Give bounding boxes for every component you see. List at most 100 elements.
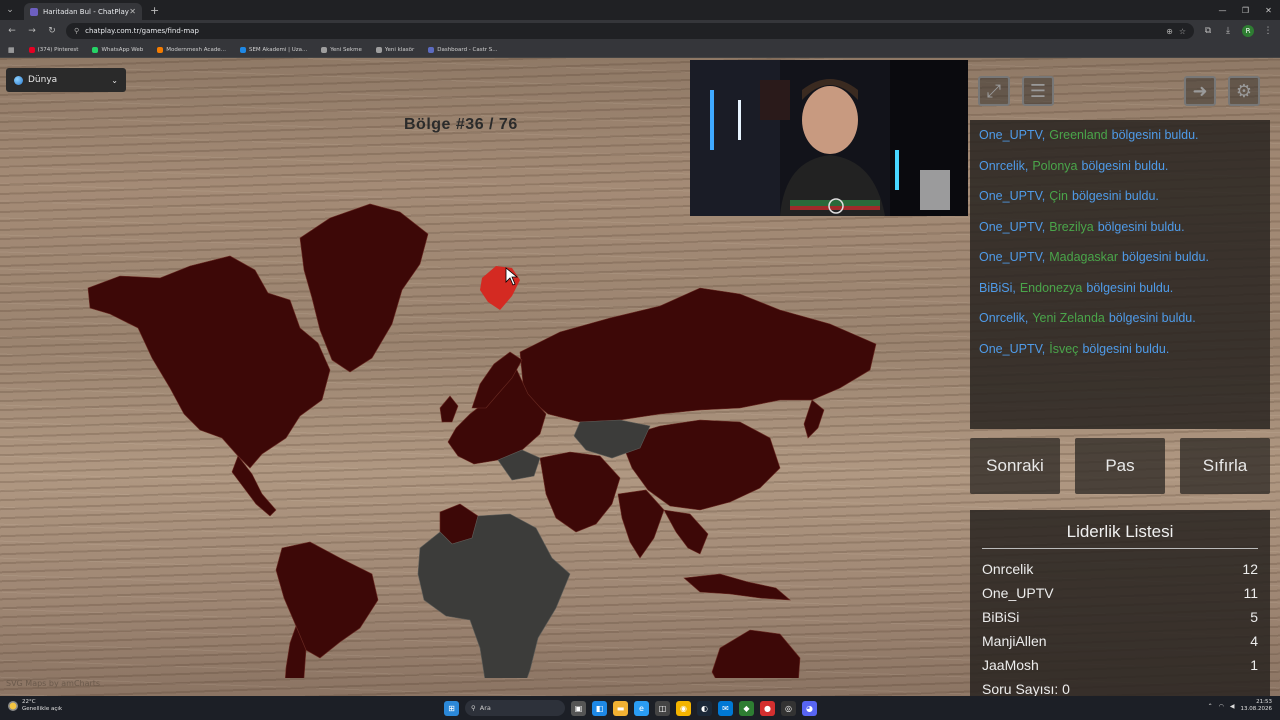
taskbar-search[interactable]: ⚲ Ara [465, 700, 565, 716]
pass-button[interactable]: Pas [1075, 438, 1165, 494]
bookmark-label: WhatsApp Web [101, 46, 144, 53]
country-uk[interactable] [439, 395, 459, 423]
close-window-icon[interactable]: ✕ [1257, 6, 1280, 15]
bookmark-favicon-icon [321, 46, 328, 53]
game-toolbar: ⤢ ☰ ➜ ⚙ [968, 60, 1280, 122]
bookmark-favicon-icon [239, 46, 246, 53]
bookmarks-bar: ▦ (374) Pinterest WhatsApp Web Modernmesh … [0, 42, 1280, 58]
red-app-icon[interactable]: ● [760, 700, 775, 716]
site-info-icon[interactable]: ⚲ [74, 27, 79, 35]
bookmark-label: Yeni klasör [384, 46, 415, 53]
system-tray: ⌃ ◠ ◀ 21:53 13.08.2026 [1208, 699, 1272, 713]
bookmark-label: SEM Akademi | Uza... [248, 46, 308, 53]
country-russia[interactable] [519, 287, 877, 423]
profile-avatar[interactable]: R [1242, 25, 1254, 37]
volume-icon[interactable]: ◀ [1230, 703, 1235, 710]
back-icon[interactable]: ← [6, 26, 18, 36]
browser-menu-icon[interactable]: ⋮ [1262, 26, 1274, 36]
file-explorer-icon[interactable]: ▬ [613, 700, 628, 716]
country-australia[interactable] [711, 629, 801, 678]
bookmark-item[interactable]: Modernmesh Acade... [157, 46, 226, 53]
leaderboard-row: Onrcelik 12 [982, 561, 1258, 577]
forward-icon[interactable]: → [26, 26, 38, 36]
bookmark-item[interactable]: SEM Akademi | Uza... [239, 46, 308, 53]
bookmark-item[interactable]: Yeni Sekme [321, 46, 362, 53]
browser-tab[interactable]: Haritadan Bul - ChatPlay ✕ [24, 3, 142, 20]
store-icon[interactable]: ◫ [655, 700, 670, 716]
bookmark-favicon-icon [157, 46, 164, 53]
wifi-icon[interactable]: ◠ [1219, 703, 1224, 710]
weather-temp: 22°C [22, 699, 36, 705]
chatplay-favicon-icon [30, 7, 38, 16]
leaderboard-row: JaaMosh 1 [982, 657, 1258, 673]
country-middle-east[interactable] [539, 451, 621, 533]
leaderboard-row: BiBiSi 5 [982, 609, 1258, 625]
feed-item: BiBiSi, Endonezya bölgesini buldu. [979, 280, 1174, 295]
region-counter: Bölge #36 / 76 [404, 116, 518, 133]
discord-icon[interactable]: ◕ [802, 700, 817, 716]
highlighted-region[interactable] [480, 266, 520, 310]
steam-icon[interactable]: ◐ [697, 700, 712, 716]
minimize-icon[interactable]: — [1211, 6, 1234, 15]
settings-button[interactable]: ⚙ [1228, 76, 1260, 106]
next-button[interactable]: Sonraki [970, 438, 1060, 494]
game-actions: Sonraki Pas Sıfırla [970, 438, 1270, 494]
rules-button[interactable]: ☰ [1022, 76, 1054, 106]
region-select-value: Dünya [28, 75, 58, 85]
address-bar[interactable]: ⚲ chatplay.com.tr/games/find-map ⊕ ☆ [66, 23, 1194, 39]
bookmark-item[interactable]: Dashboard - Castr S... [428, 46, 498, 53]
chrome-icon[interactable]: ◉ [676, 700, 691, 716]
tab-title: Haritadan Bul - ChatPlay [43, 7, 129, 16]
new-tab-icon[interactable]: + [150, 4, 159, 17]
leaderboard-row: ManjiAllen 4 [982, 633, 1258, 649]
fullscreen-button[interactable]: ⤢ [978, 76, 1010, 106]
country-north-america[interactable] [87, 255, 331, 469]
downloads-icon[interactable]: ⤓ [1222, 26, 1234, 36]
feed-item: One_UPTV, Çin bölgesini buldu. [979, 189, 1159, 204]
bookmark-favicon-icon [92, 46, 99, 53]
bookmark-item[interactable]: WhatsApp Web [92, 46, 144, 53]
close-tab-icon[interactable]: ✕ [129, 7, 136, 16]
webcam-overlay [690, 60, 968, 216]
reset-button[interactable]: Sıfırla [1180, 438, 1270, 494]
extensions-icon[interactable]: ⧉ [1202, 26, 1214, 36]
system-clock[interactable]: 21:53 13.08.2026 [1241, 699, 1273, 713]
green-app-icon[interactable]: ◆ [739, 700, 754, 716]
feed-item: One_UPTV, İsveç bölgesini buldu. [979, 341, 1170, 356]
edge-icon[interactable]: e [634, 700, 649, 716]
outlook-icon[interactable]: ✉ [718, 700, 733, 716]
reload-icon[interactable]: ↻ [46, 26, 58, 36]
tray-chevron-icon[interactable]: ⌃ [1208, 703, 1213, 710]
bookmark-label: Dashboard - Castr S... [437, 46, 498, 53]
obs-icon[interactable]: ◎ [781, 700, 796, 716]
tab-search-icon[interactable]: ⌄ [0, 0, 20, 20]
bookmark-item[interactable]: Yeni klasör [375, 46, 415, 53]
feed-item: One_UPTV, Madagaskar bölgesini buldu. [979, 250, 1209, 265]
widgets-icon[interactable]: ◧ [592, 700, 607, 716]
weather-widget[interactable]: 22°C Genellikle açık [8, 699, 62, 713]
bookmark-favicon-icon [375, 46, 382, 53]
country-africa[interactable] [417, 513, 571, 678]
url-text: chatplay.com.tr/games/find-map [85, 27, 199, 35]
task-view-icon[interactable]: ▣ [571, 700, 586, 716]
country-india[interactable] [617, 489, 665, 559]
bookmark-label: Modernmesh Acade... [166, 46, 226, 53]
taskbar-search-placeholder: Ara [479, 704, 491, 712]
apps-grid-icon[interactable]: ▦ [8, 46, 15, 54]
map-credit: SVG Maps by amCharts [6, 679, 101, 688]
country-japan[interactable] [803, 399, 825, 439]
start-menu-icon[interactable]: ⊞ [444, 700, 459, 716]
bookmark-item[interactable]: (374) Pinterest [28, 46, 78, 53]
country-central-america[interactable] [231, 455, 277, 517]
window-controls: — ❐ ✕ [1211, 6, 1280, 15]
exit-button[interactable]: ➜ [1184, 76, 1216, 106]
country-southeast-asia[interactable] [663, 509, 709, 555]
maximize-icon[interactable]: ❐ [1234, 6, 1257, 15]
world-map[interactable] [0, 138, 960, 678]
country-indonesia[interactable] [683, 573, 791, 601]
bookmark-star-icon[interactable]: ☆ [1179, 27, 1186, 36]
globe-icon [14, 75, 23, 85]
zoom-icon[interactable]: ⊕ [1166, 27, 1173, 36]
bookmark-favicon-icon [428, 46, 435, 53]
region-select-dropdown[interactable]: Dünya ⌄ [6, 68, 126, 92]
